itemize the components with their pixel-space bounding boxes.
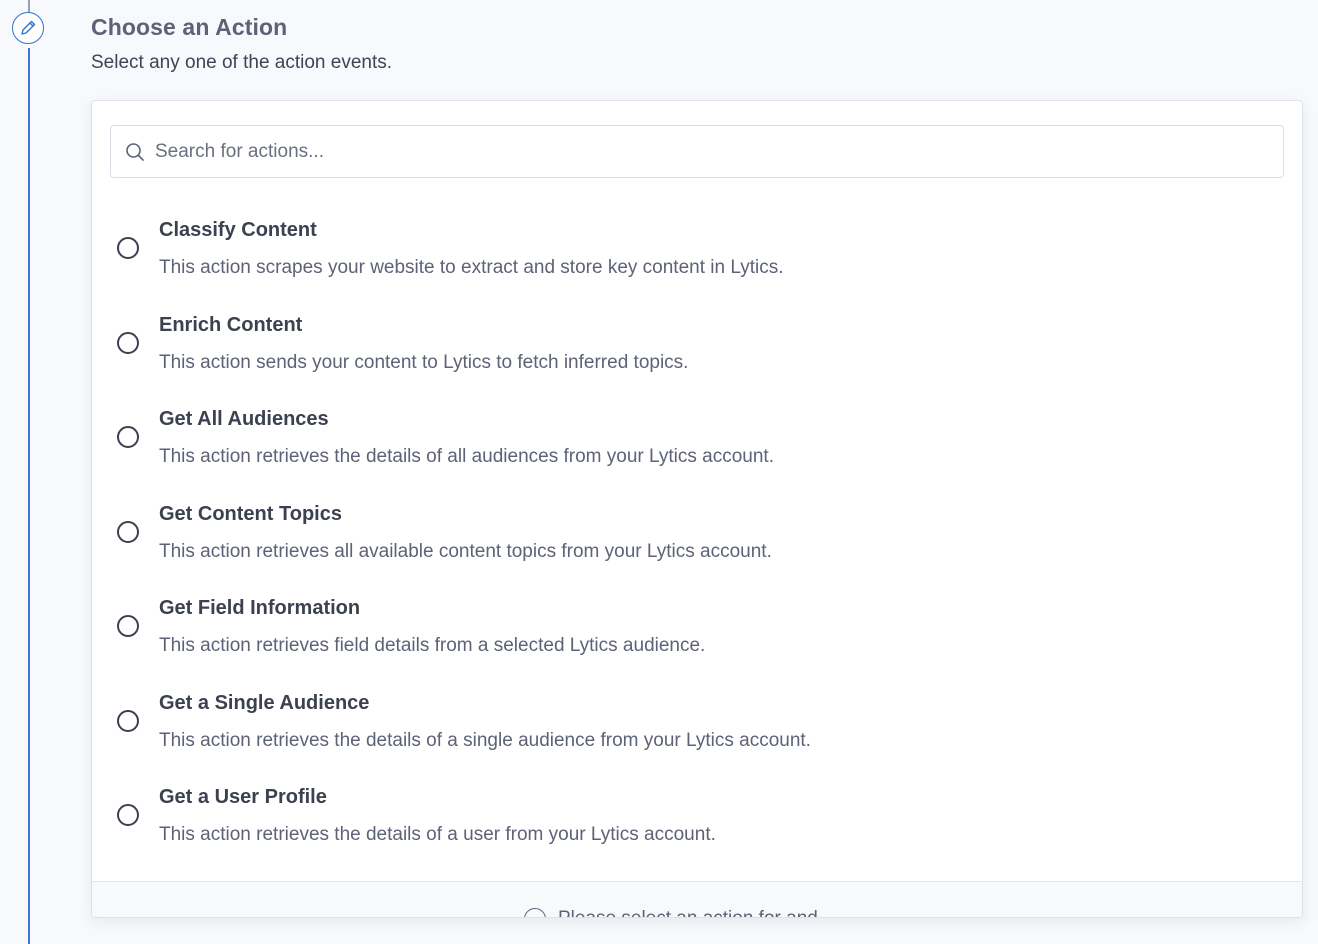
card-footer: Please select an action for and — [92, 881, 1302, 917]
radio-button[interactable] — [117, 520, 139, 543]
action-title: Get a Single Audience — [159, 691, 370, 714]
info-icon — [524, 908, 546, 917]
action-description: This action sends your content to Lytics… — [159, 351, 689, 373]
step-rail — [0, 0, 90, 944]
action-item-get-content-topics[interactable]: Get Content Topics This action retrieves… — [92, 497, 1302, 592]
action-item-get-all-audiences[interactable]: Get All Audiences This action retrieves … — [92, 402, 1302, 497]
action-title: Get All Audiences — [159, 408, 329, 430]
search-box[interactable] — [110, 125, 1284, 178]
action-description: This action retrieves field details from… — [159, 635, 706, 656]
action-item-get-a-single-audience[interactable]: Get a Single Audience This action retrie… — [92, 686, 1302, 781]
action-card: Classify Content This action scrapes you… — [91, 100, 1303, 918]
action-item-enrich-content[interactable]: Enrich Content This action sends your co… — [92, 308, 1302, 403]
radio-button[interactable] — [117, 804, 139, 826]
action-item-get-a-user-profile[interactable]: Get a User Profile This action retrieves… — [92, 780, 1302, 875]
radio-button[interactable] — [117, 426, 139, 448]
radio-button[interactable] — [117, 709, 139, 732]
action-list: Classify Content This action scrapes you… — [92, 213, 1302, 875]
action-description: This action retrieves the details of a s… — [159, 729, 811, 751]
pencil-icon[interactable] — [12, 12, 44, 44]
action-title: Get a User Profile — [159, 786, 327, 808]
radio-button[interactable] — [117, 331, 139, 354]
radio-button[interactable] — [117, 615, 139, 637]
action-description: This action retrieves the details of all… — [159, 446, 774, 467]
action-description: This action scrapes your website to extr… — [159, 257, 784, 278]
action-title: Classify Content — [159, 219, 317, 241]
action-description: This action retrieves the details of a u… — [159, 824, 716, 845]
action-description: This action retrieves all available cont… — [159, 540, 772, 562]
action-title: Get Field Information — [159, 597, 361, 619]
search-input[interactable] — [153, 139, 1283, 164]
rail-connector-top — [28, 0, 30, 12]
footer-hint: Please select an action for and — [524, 908, 818, 917]
rail-connector — [28, 48, 30, 944]
action-title: Get Content Topics — [159, 502, 342, 525]
action-title: Enrich Content — [159, 313, 303, 336]
page-title: Choose an Action — [91, 14, 288, 40]
radio-button[interactable] — [117, 237, 139, 259]
action-item-get-field-information[interactable]: Get Field Information This action retrie… — [92, 591, 1302, 686]
footer-hint-text: Please select an action for and — [558, 908, 818, 917]
action-item-classify-content[interactable]: Classify Content This action scrapes you… — [92, 213, 1302, 308]
search-icon — [125, 142, 145, 162]
page-subtitle: Select any one of the action events. — [91, 52, 393, 73]
